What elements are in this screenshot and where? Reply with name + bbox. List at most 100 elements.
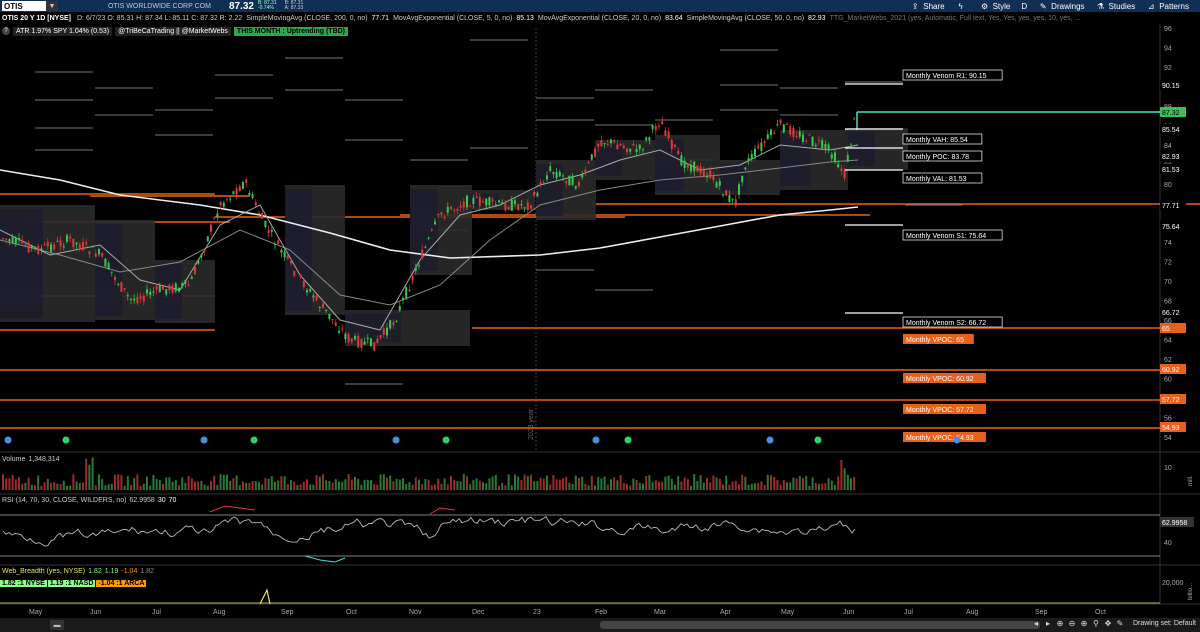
ttg-study-label[interactable]: TTG_MarketWebs_2021 (yes, Automatic, Ful… [830,15,1081,22]
candle-body [549,166,552,171]
volume-bar [629,485,632,490]
volume-bar [622,483,625,490]
candle-body [309,288,312,292]
volume-bar [315,475,318,490]
zoom-in-icon[interactable]: ⊕ [1079,619,1089,628]
right-arrow-icon[interactable]: ▸ [1043,619,1053,628]
period-button[interactable]: D [1021,2,1027,11]
volume-bar [555,479,558,490]
volume-bar [760,481,763,490]
month-axis-tick: Jun [843,609,854,616]
drawings-button[interactable]: ✎ Drawings [1038,1,1085,11]
left-arrow-icon[interactable]: ◂ [1031,619,1041,628]
drag-icon[interactable]: ✥ [1103,619,1113,628]
breadth-axis-tick: 20,000 [1162,580,1184,587]
volume-bar [382,474,385,490]
pencil-icon[interactable]: ✎ [1115,619,1125,628]
volume-bar [830,480,833,490]
volume-bar [581,476,584,490]
volume-bar [766,474,769,490]
candle-body [213,217,216,219]
volume-bar [658,481,660,490]
sma50-label[interactable]: SimpleMovingAvg (CLOSE, 50, 0, no) [687,15,804,22]
candle-body [405,287,408,299]
candle-body [242,181,244,189]
candle-body [632,144,635,146]
candle-body [610,139,612,144]
volume-bar [811,477,814,490]
candle-body [818,140,820,142]
price-chart[interactable]: 2023 year Monthly Venom R1: 90.15 Monthly … [0,0,1200,632]
drawing-set-label[interactable]: Drawing set: Default [1133,620,1196,627]
volume-bar [456,480,459,490]
candle-body [203,250,206,252]
candle-body [210,224,212,232]
month-axis-tick: 23 [533,609,541,616]
volume-bar [91,457,94,490]
candle-body [174,283,177,292]
volume-bar [360,484,363,490]
volume-bar [101,479,104,490]
candle-body [226,199,228,201]
volume-bar [494,474,497,490]
candle-body [370,338,372,347]
candle-body [552,172,555,175]
patterns-button[interactable]: ⊿ Patterns [1146,1,1189,11]
share-button[interactable]: ⇪ Share [910,1,945,11]
candle-body [760,142,763,152]
candle-body [530,205,532,209]
volume-bar [194,481,196,490]
nyse-badge: 1.82 :1 NYSE [0,580,47,587]
flash-button[interactable]: ϟ [956,1,969,11]
zoom-out-icon[interactable]: ⊖ [1067,619,1077,628]
volume-bar [779,484,782,490]
candle-body [53,244,56,250]
volume-bar [216,484,219,490]
price-axis-label: 66.72 [1160,307,1186,317]
volume-bar [34,485,36,490]
candle-body [251,194,254,198]
candle-body [805,140,808,142]
last-price: 87.32 [228,0,254,12]
time-scrollbar[interactable] [600,621,1040,629]
rsi-line [2,515,856,547]
level-annotation: Monthly Venom R1: 90.15 [902,69,1003,81]
volume-bar [450,475,452,490]
sma200-label[interactable]: SimpleMovingAvg (CLOSE, 200, 0, no) [246,15,367,22]
volume-bar [11,474,14,490]
volume-bar [606,484,609,490]
nasd-badge: 1.19 :1 NASD [47,580,96,587]
candle-body [267,229,270,233]
year-marker-label: 2023 year [528,408,535,440]
volume-bar [446,484,449,490]
studies-button[interactable]: ⚗ Studies [1096,1,1135,11]
volume-bar [786,482,788,490]
zoom-icon[interactable]: ⚲ [1091,619,1101,628]
volume-bar [686,479,689,490]
month-axis-tick: Aug [213,609,226,616]
volume-bar [277,480,280,490]
ema5-label[interactable]: MovAvgExponential (CLOSE, 5, 0, no) [393,15,512,22]
volume-bar [398,479,401,490]
volume-bar [43,482,46,490]
symbol-input[interactable]: OTIS [2,1,46,11]
candle-body [562,175,564,177]
ema20-label[interactable]: MovAvgExponential (CLOSE, 20, 0, no) [538,15,661,22]
volume-bar [747,484,750,490]
month-axis-tick: Sep [281,609,294,616]
candle-body [475,196,478,198]
volume-bar [466,476,468,490]
candle-body [222,202,225,208]
scroll-left-button[interactable]: ▬ [50,620,64,630]
candle-body [459,205,462,208]
target-icon[interactable]: ⊕ [1055,619,1065,628]
volume-bar [850,478,852,490]
symbol-dropdown-icon[interactable]: ▼ [46,1,58,11]
candle-body [46,241,49,247]
info-icon[interactable]: ? [2,27,10,35]
price-label-text: 54.93 [1162,425,1180,432]
style-button[interactable]: ⚙ Style [980,1,1010,11]
candle-body [117,283,120,285]
candle-body [11,236,14,244]
candle-body [830,154,833,159]
